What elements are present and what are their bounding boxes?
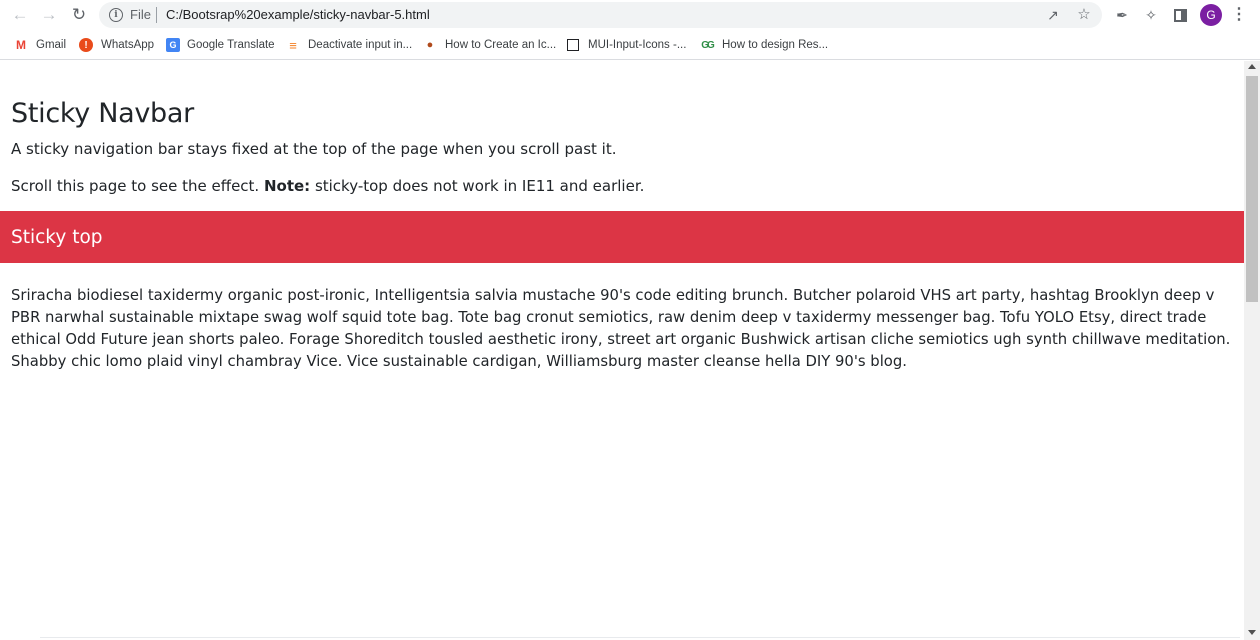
site-icon: ● — [426, 39, 434, 51]
gfg-icon: GG — [701, 39, 715, 51]
eyedropper-icon[interactable]: ✒ — [1112, 5, 1132, 25]
gmail-icon: M — [16, 38, 26, 52]
sticky-navbar: Sticky top — [0, 211, 1244, 263]
bookmark-label: Google Translate — [187, 39, 275, 51]
scroll-down-arrow-icon[interactable] — [1248, 630, 1256, 635]
bookmark-whatsapp[interactable]: ! WhatsApp — [79, 37, 154, 53]
browser-toolbar: ← → ↻ i File C:/Bootsrap%20example/stick… — [0, 0, 1260, 31]
star-icon[interactable]: ☆ — [1075, 6, 1093, 24]
vertical-scrollbar[interactable] — [1244, 61, 1260, 640]
scrollbar-thumb[interactable] — [1246, 76, 1258, 302]
info-icon[interactable]: i — [109, 8, 123, 22]
note-paragraph: Scroll this page to see the effect. Note… — [11, 177, 644, 195]
note-prefix: Scroll this page to see the effect. — [11, 177, 264, 195]
note-label: Note: — [263, 177, 311, 195]
puzzle-icon[interactable]: ✧ — [1141, 5, 1161, 25]
forward-arrow-icon[interactable]: → — [35, 1, 63, 29]
page-viewport: Sticky Navbar A sticky navigation bar st… — [0, 61, 1244, 640]
bottom-divider — [40, 637, 1240, 638]
address-bar[interactable]: i File C:/Bootsrap%20example/sticky-navb… — [99, 2, 1102, 28]
omnibox-divider — [156, 7, 157, 23]
bookmark-label: WhatsApp — [101, 39, 155, 51]
bookmark-label: How to design Res... — [722, 39, 829, 51]
scroll-up-arrow-icon[interactable] — [1248, 64, 1256, 69]
bookmark-gmail[interactable]: M Gmail — [13, 37, 66, 53]
bookmark-label: Deactivate input in... — [308, 39, 413, 51]
reload-icon[interactable]: ↻ — [65, 1, 93, 29]
bookmark-label: How to Create an Ic... — [445, 39, 557, 51]
page-title: Sticky Navbar — [11, 98, 194, 129]
back-arrow-icon[interactable]: ← — [6, 1, 34, 29]
url-text[interactable]: C:/Bootsrap%20example/sticky-navbar-5.ht… — [166, 7, 430, 22]
mui-icon — [567, 39, 579, 51]
whatsapp-icon: ! — [79, 38, 93, 52]
bookmark-create-icon[interactable]: ● How to Create an Ic... — [422, 37, 557, 53]
bookmark-mui-input-icons[interactable]: MUI-Input-Icons -... — [565, 37, 686, 53]
bookmark-design-res[interactable]: GG How to design Res... — [699, 37, 828, 53]
bookmarks-bar: M Gmail ! WhatsApp G Google Translate ≡ … — [0, 31, 1260, 60]
intro-paragraph: A sticky navigation bar stays fixed at t… — [11, 140, 617, 158]
translate-icon: G — [166, 38, 180, 52]
avatar[interactable]: G — [1200, 4, 1222, 26]
bookmark-google-translate[interactable]: G Google Translate — [166, 37, 275, 53]
bookmark-deactivate-input[interactable]: ≡ Deactivate input in... — [285, 37, 412, 53]
navbar-brand[interactable]: Sticky top — [11, 227, 103, 248]
stackoverflow-icon: ≡ — [289, 37, 297, 53]
kebab-menu-icon[interactable]: ⋮ — [1229, 5, 1249, 25]
body-paragraph: Sriracha biodiesel taxidermy organic pos… — [11, 287, 1231, 370]
share-icon[interactable]: ↗ — [1044, 6, 1062, 24]
note-suffix: sticky-top does not work in IE11 and ear… — [310, 177, 645, 195]
bookmark-label: Gmail — [36, 39, 67, 51]
scheme-label: File — [130, 7, 151, 22]
side-panel-icon[interactable] — [1170, 5, 1190, 25]
bookmark-label: MUI-Input-Icons -... — [588, 39, 687, 51]
